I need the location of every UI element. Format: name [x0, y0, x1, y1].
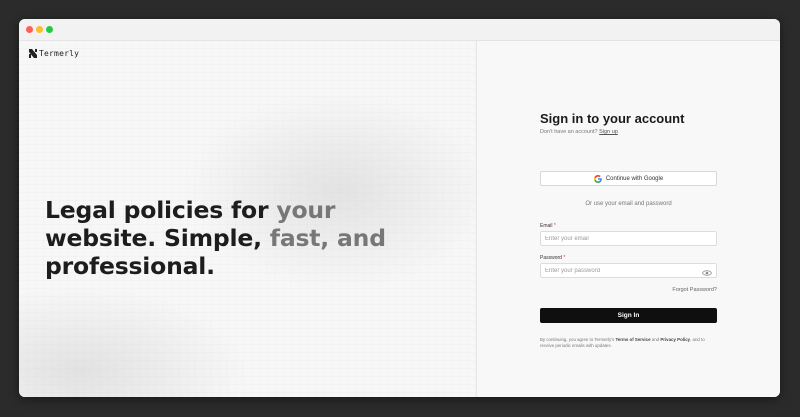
browser-window: Termerly Legal policies for your website… [19, 19, 780, 397]
email-field[interactable] [540, 231, 717, 246]
terms-of-service-link[interactable]: Terms of Service [615, 337, 650, 342]
terms-and-text: and [651, 337, 660, 342]
hero-line2-strong: website. Simple, [45, 224, 270, 252]
minimize-window-button[interactable] [36, 26, 43, 33]
hero-panel: Termerly Legal policies for your website… [19, 41, 477, 397]
google-icon [593, 174, 602, 183]
no-account-text: Don't have an account? [540, 129, 598, 135]
email-label: Email * [540, 223, 556, 229]
sign-in-button[interactable]: Sign In [540, 308, 717, 323]
email-required-mark: * [553, 223, 556, 229]
window-titlebar [19, 19, 780, 41]
terms-pre-text: By continuing, you agree to Termerly's [540, 337, 615, 342]
password-field[interactable] [540, 263, 717, 278]
termerly-logo-icon [29, 49, 37, 58]
maximize-window-button[interactable] [46, 26, 53, 33]
brand-name: Termerly [39, 49, 80, 58]
email-label-text: Email [540, 223, 553, 229]
password-label-text: Password [540, 255, 562, 261]
divider-text: Or use your email and password [585, 201, 672, 207]
google-button-label: Continue with Google [605, 175, 664, 182]
forgot-password-link[interactable]: Forgot Password? [672, 287, 717, 293]
hero-line2-fade: fast, and [269, 224, 386, 252]
close-window-button[interactable] [26, 26, 33, 33]
signup-prompt: Don't have an account? Sign up [540, 129, 618, 135]
password-required-mark: * [563, 255, 566, 261]
continue-with-google-button[interactable]: Continue with Google [540, 171, 717, 186]
signin-title: Sign in to your account [540, 111, 685, 126]
password-label: Password * [540, 255, 565, 261]
hero-line3: professional. [45, 252, 215, 280]
hero-headline: Legal policies for your website. Simple,… [45, 196, 465, 280]
show-password-icon[interactable] [702, 269, 712, 277]
hero-line1-fade: your [276, 196, 336, 224]
terms-notice: By continuing, you agree to Termerly's T… [540, 337, 720, 349]
brand-logo[interactable]: Termerly [29, 49, 79, 58]
privacy-policy-link[interactable]: Privacy Policy [660, 337, 690, 342]
hero-line1-strong: Legal policies for [45, 196, 277, 224]
signin-panel: Sign in to your account Don't have an ac… [477, 41, 780, 397]
signup-link[interactable]: Sign up [599, 129, 618, 135]
